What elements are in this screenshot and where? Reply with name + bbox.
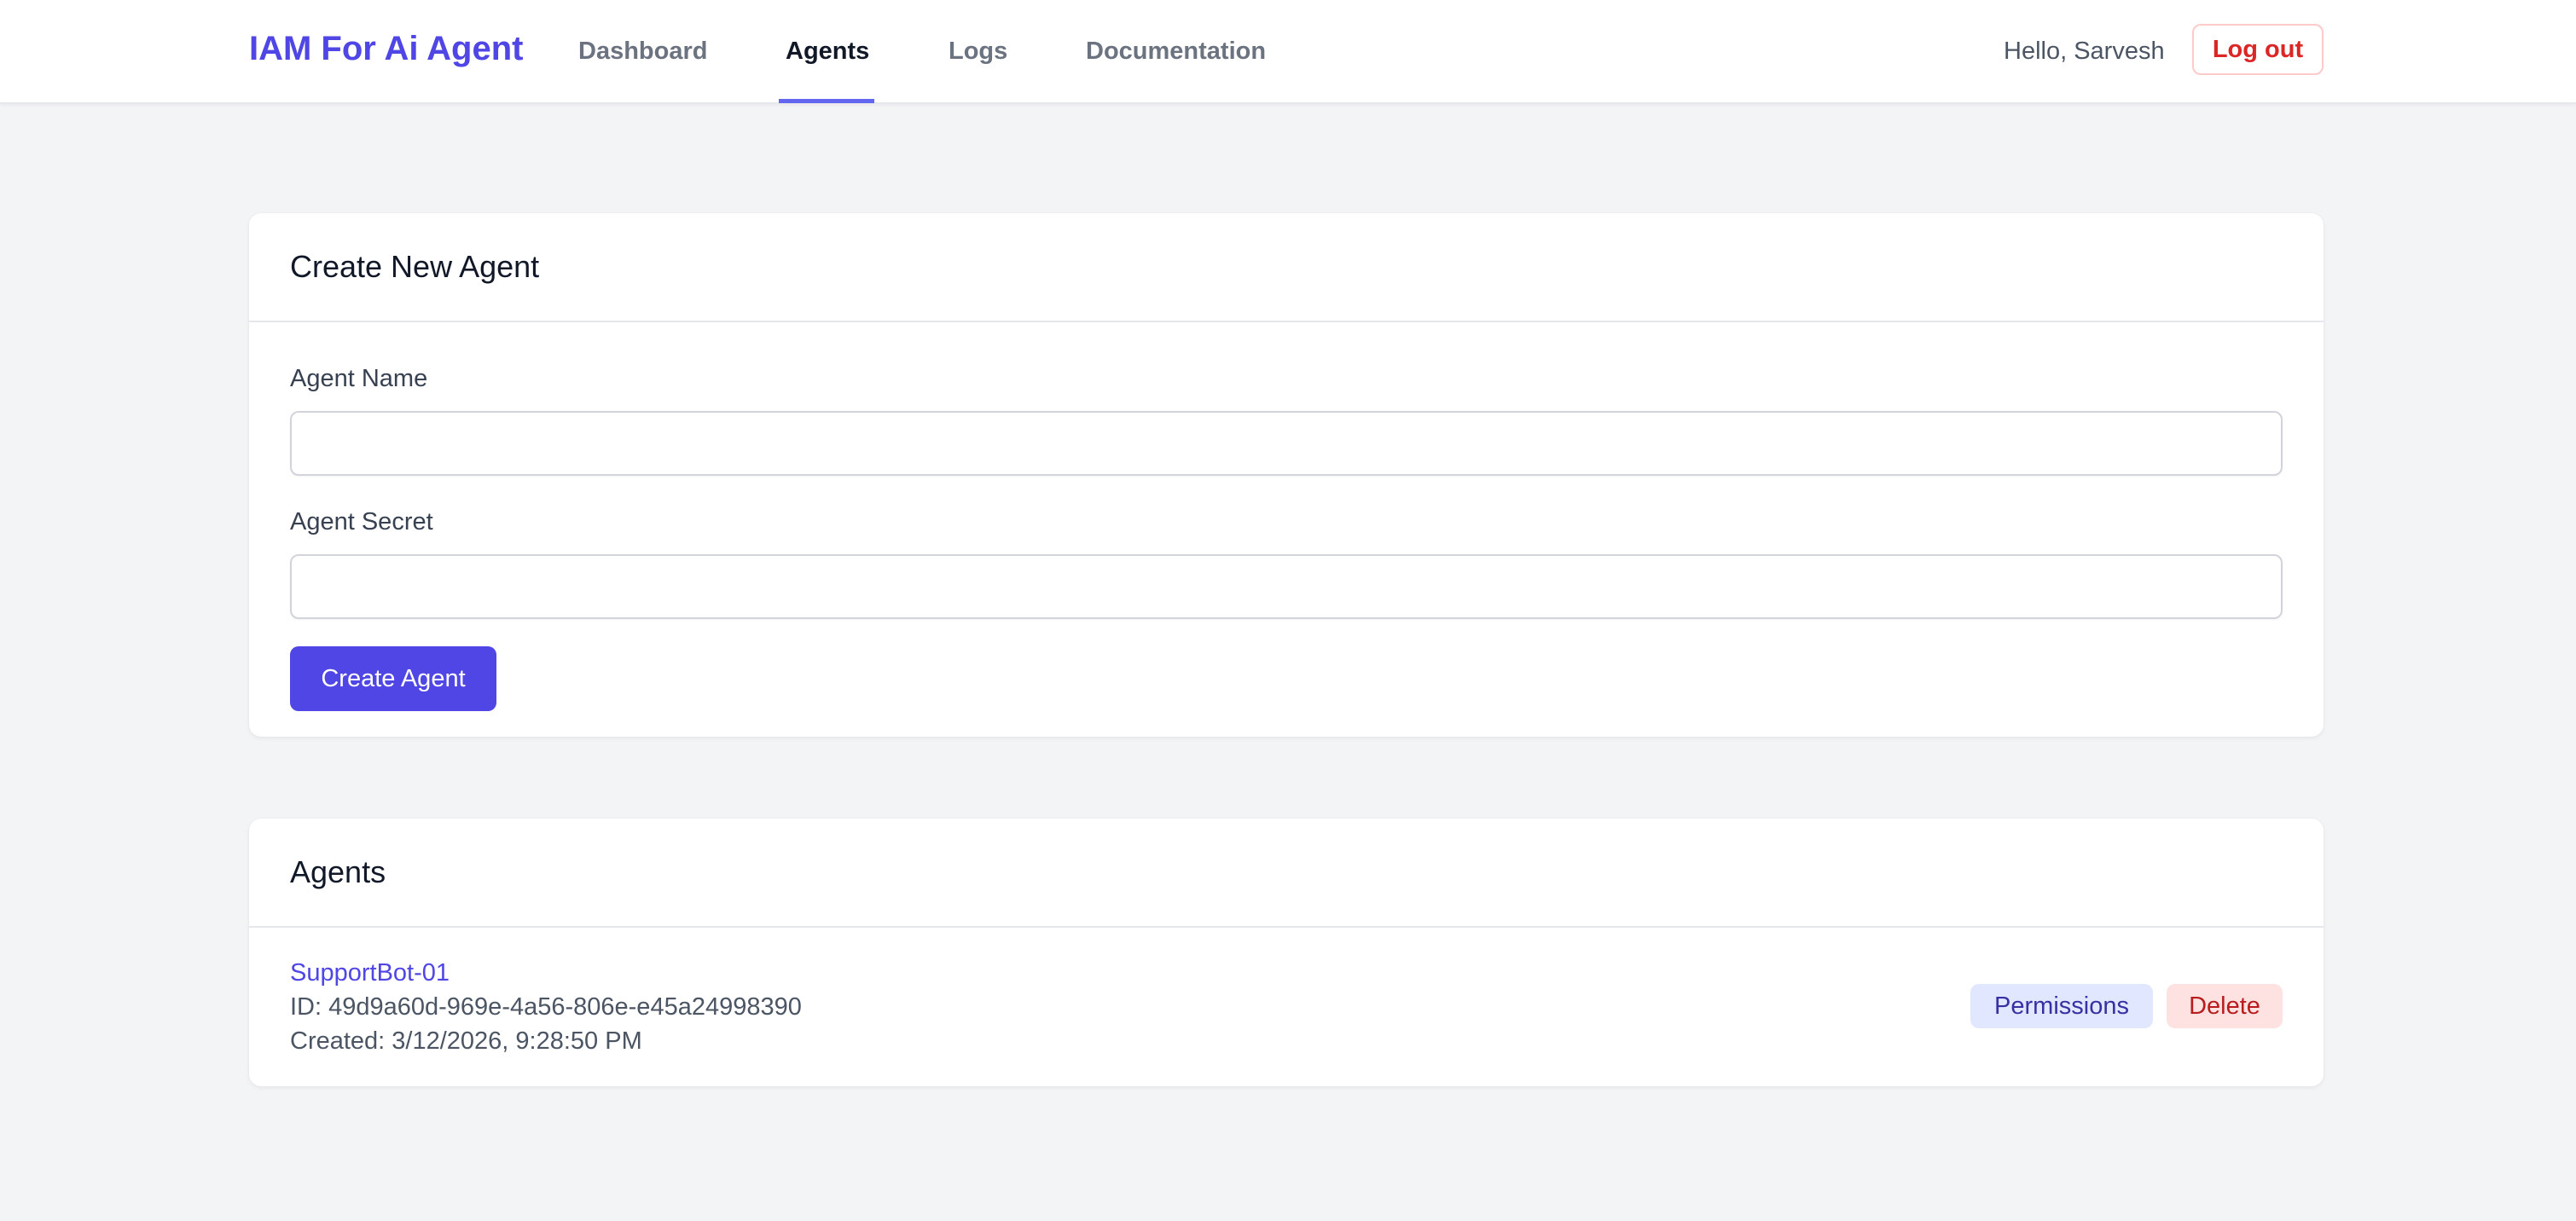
permissions-button[interactable]: Permissions — [1970, 984, 2153, 1028]
delete-button[interactable]: Delete — [2167, 984, 2283, 1028]
agent-id-text: ID: 49d9a60d-969e-4a56-806e-e45a24998390 — [290, 993, 802, 1021]
brand-logo[interactable]: IAM For Ai Agent — [249, 27, 523, 70]
agent-name-label: Agent Name — [290, 365, 428, 392]
create-agent-button[interactable]: Create Agent — [290, 646, 496, 711]
agents-list-card: Agents SupportBot-01 ID: 49d9a60d-969e-4… — [249, 819, 2324, 1086]
create-agent-card: Create New Agent Agent Name Agent Secret… — [249, 213, 2324, 737]
nav-link-documentation[interactable]: Documentation — [1086, 32, 1266, 70]
create-agent-title: Create New Agent — [290, 249, 540, 284]
agents-list-title: Agents — [290, 854, 386, 889]
active-tab-indicator — [779, 99, 874, 103]
top-navbar: IAM For Ai Agent Dashboard Agents Logs D… — [0, 0, 2576, 104]
nav-link-dashboard[interactable]: Dashboard — [578, 32, 707, 70]
create-agent-header: Create New Agent — [249, 213, 2324, 322]
agent-created-text: Created: 3/12/2026, 9:28:50 PM — [290, 1027, 642, 1055]
agent-secret-label: Agent Secret — [290, 508, 433, 535]
agents-list-header: Agents — [249, 819, 2324, 928]
create-agent-form: Agent Name Agent Secret Create Agent — [249, 322, 2324, 711]
list-item: SupportBot-01 ID: 49d9a60d-969e-4a56-806… — [249, 928, 2324, 1085]
user-greeting: Hello, Sarvesh — [2004, 38, 2165, 65]
agent-name-input[interactable] — [290, 411, 2283, 476]
agent-name-link[interactable]: SupportBot-01 — [290, 957, 450, 989]
logout-button[interactable]: Log out — [2192, 24, 2324, 75]
nav-link-agents[interactable]: Agents — [786, 32, 869, 70]
nav-link-logs[interactable]: Logs — [949, 32, 1007, 70]
agent-secret-input[interactable] — [290, 554, 2283, 619]
